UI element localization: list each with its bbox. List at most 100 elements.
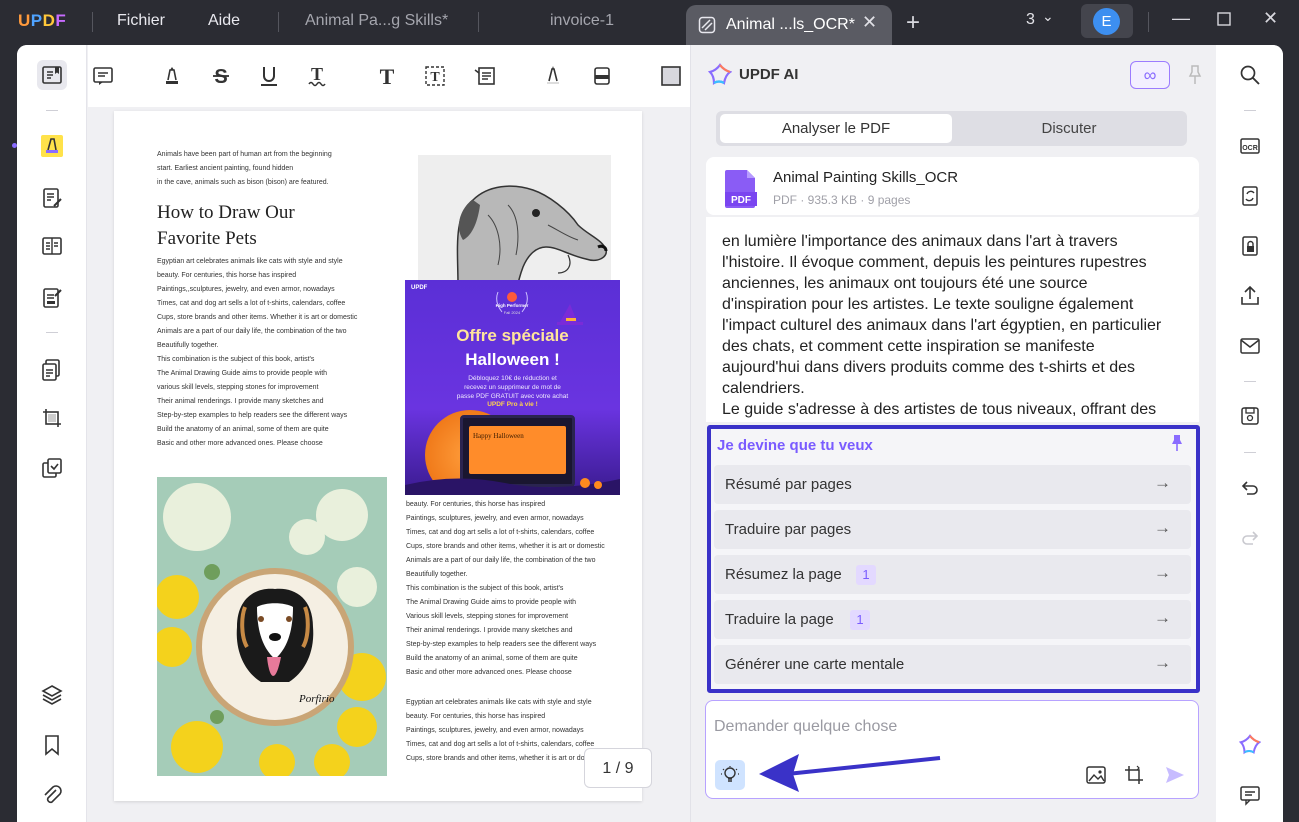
- svg-text:PDF: PDF: [731, 195, 751, 206]
- page-text-line: various skill levels, stepping stones fo…: [157, 384, 319, 391]
- witch-hat-icon: [557, 304, 583, 325]
- suggestion-label: Traduire par pages: [725, 521, 852, 538]
- rail-separator: [46, 332, 58, 333]
- bookmark-icon[interactable]: [37, 730, 67, 760]
- batch-icon[interactable]: [37, 453, 67, 483]
- redo-icon[interactable]: [1237, 525, 1263, 551]
- svg-text:S: S: [214, 66, 227, 88]
- screenshot-crop-icon[interactable]: [1123, 764, 1145, 786]
- page-number-badge: 1: [850, 610, 870, 630]
- sticky-note-icon[interactable]: [90, 62, 116, 90]
- pencil-icon[interactable]: [540, 62, 566, 90]
- email-icon[interactable]: [1237, 333, 1263, 359]
- menu-aide[interactable]: Aide: [208, 12, 240, 30]
- close-window-icon[interactable]: ✕: [1263, 8, 1278, 29]
- squiggly-icon[interactable]: T: [304, 62, 330, 90]
- suggestion-item[interactable]: Traduire la page 1 →: [714, 600, 1191, 639]
- page-text-line: Their animal renderings. I provide many …: [406, 627, 573, 634]
- ad-badge: High Performer Fall 2024: [490, 288, 534, 318]
- suggestion-item[interactable]: Résumez la page 1 →: [714, 555, 1191, 594]
- tab-animal-painting[interactable]: Animal Pa...g Skills*: [305, 12, 448, 30]
- underline-icon[interactable]: [256, 62, 282, 90]
- shape-rectangle-icon[interactable]: [658, 62, 684, 90]
- search-icon[interactable]: [1237, 62, 1263, 88]
- crop-page-icon[interactable]: [37, 403, 67, 433]
- tab-invoice[interactable]: invoice-1: [550, 12, 614, 30]
- minimize-icon[interactable]: —: [1172, 8, 1190, 29]
- page-text-line: Various skill levels, stepping stones fo…: [406, 613, 569, 620]
- ocr-icon[interactable]: OCR: [1237, 133, 1263, 159]
- highlight-icon[interactable]: [159, 62, 185, 90]
- convert-pdf-icon[interactable]: [1237, 183, 1263, 209]
- suggestion-item[interactable]: Résumé par pages →: [714, 465, 1191, 504]
- suggestion-label: Résumé par pages: [725, 476, 852, 493]
- tab-analyser-pdf[interactable]: Analyser le PDF: [720, 114, 952, 143]
- rail-separator: [46, 110, 58, 111]
- page-indicator[interactable]: 1 / 9: [584, 748, 652, 788]
- page-text-line: Paintings,,sculptures, jewelry, and even…: [157, 286, 335, 293]
- answer-line: en lumière l'importance des animaux dans…: [722, 233, 1118, 250]
- comment-mode-icon[interactable]: [37, 131, 67, 161]
- page-text-line: Times, cat and dog art sells a lot of t-…: [406, 741, 595, 748]
- avatar[interactable]: E: [1093, 8, 1120, 35]
- attachment-icon[interactable]: [37, 780, 67, 810]
- arrow-right-icon: →: [1154, 473, 1171, 492]
- answer-line: l'histoire. Il évoque comment, depuis le…: [722, 254, 1147, 271]
- undo-icon[interactable]: [1237, 475, 1263, 501]
- page-text-line: Step-by-step examples to help readers se…: [406, 641, 597, 648]
- indicator-dot: [12, 143, 17, 148]
- title-separator: [278, 12, 279, 32]
- form-icon[interactable]: [37, 283, 67, 313]
- halloween-ad-image: UPDF High Performer Fall 2024 Offre spéc…: [405, 280, 620, 495]
- share-icon[interactable]: [1237, 283, 1263, 309]
- send-icon[interactable]: [1164, 764, 1186, 786]
- infinity-mode-button[interactable]: ∞: [1130, 61, 1170, 89]
- updf-ai-icon[interactable]: [1237, 732, 1263, 758]
- answer-line: aujourd'hui dans divers produits comme d…: [722, 359, 1136, 376]
- reader-mode-icon[interactable]: [37, 60, 67, 90]
- prompt-ideas-button[interactable]: [715, 760, 745, 790]
- page-heading: How to Draw Our Favorite Pets: [157, 202, 295, 249]
- right-sidebar: [1216, 45, 1283, 822]
- strikethrough-icon[interactable]: S: [208, 62, 234, 90]
- maximize-icon[interactable]: [1217, 10, 1231, 31]
- new-tab-icon[interactable]: +: [906, 9, 920, 37]
- page-number-badge: 1: [856, 565, 876, 585]
- pin-icon[interactable]: [1169, 434, 1185, 452]
- dog-sketch-image: [418, 155, 611, 285]
- suggestion-item[interactable]: Traduire par pages →: [714, 510, 1191, 549]
- text-box-icon[interactable]: T: [422, 62, 448, 90]
- save-icon[interactable]: [1237, 403, 1263, 429]
- text-icon[interactable]: T: [374, 62, 400, 90]
- convert-icon[interactable]: [37, 355, 67, 385]
- suggestion-label: Traduire la page: [725, 611, 834, 628]
- text-callout-icon[interactable]: [472, 62, 498, 90]
- image-upload-icon[interactable]: [1085, 764, 1107, 786]
- organize-pages-icon[interactable]: [37, 231, 67, 261]
- page-text-line: The Animal Drawing Guide aims to provide…: [406, 599, 577, 606]
- page-text-line: Times, cat and dog art sells a lot of t-…: [157, 300, 346, 307]
- ask-input[interactable]: [714, 715, 1184, 739]
- close-tab-icon[interactable]: ✕: [862, 12, 877, 33]
- eraser-icon[interactable]: [589, 62, 615, 90]
- menu-fichier[interactable]: Fichier: [117, 12, 165, 30]
- file-meta: PDF · 935.3 KB · 9 pages: [773, 193, 911, 207]
- chevron-down-icon[interactable]: ⌄: [1042, 8, 1054, 25]
- rail-separator: [1244, 452, 1256, 453]
- dog-embroidery-photo: Porfirio: [157, 477, 387, 776]
- ground-graphic: [405, 478, 620, 495]
- layers-icon[interactable]: [37, 680, 67, 710]
- svg-text:T: T: [311, 64, 323, 84]
- suggestion-item[interactable]: Générer une carte mentale →: [714, 645, 1191, 684]
- comment-list-icon[interactable]: [1237, 782, 1263, 808]
- tab-discuter[interactable]: Discuter: [955, 114, 1183, 143]
- answer-line: d'inspiration pour les artistes. Le text…: [722, 296, 1134, 313]
- edit-pdf-icon[interactable]: [37, 183, 67, 213]
- protect-pdf-icon[interactable]: [1237, 233, 1263, 259]
- tab-count[interactable]: 3: [1026, 11, 1035, 29]
- pdf-file-icon: PDF: [725, 170, 757, 208]
- ad-body: Débloquez 10€ de réduction et recevez un…: [456, 375, 569, 400]
- ai-panel-title: UPDF AI: [739, 66, 799, 83]
- pin-icon[interactable]: [1186, 64, 1204, 86]
- tab-active-label: Animal ...ls_OCR*: [726, 16, 855, 33]
